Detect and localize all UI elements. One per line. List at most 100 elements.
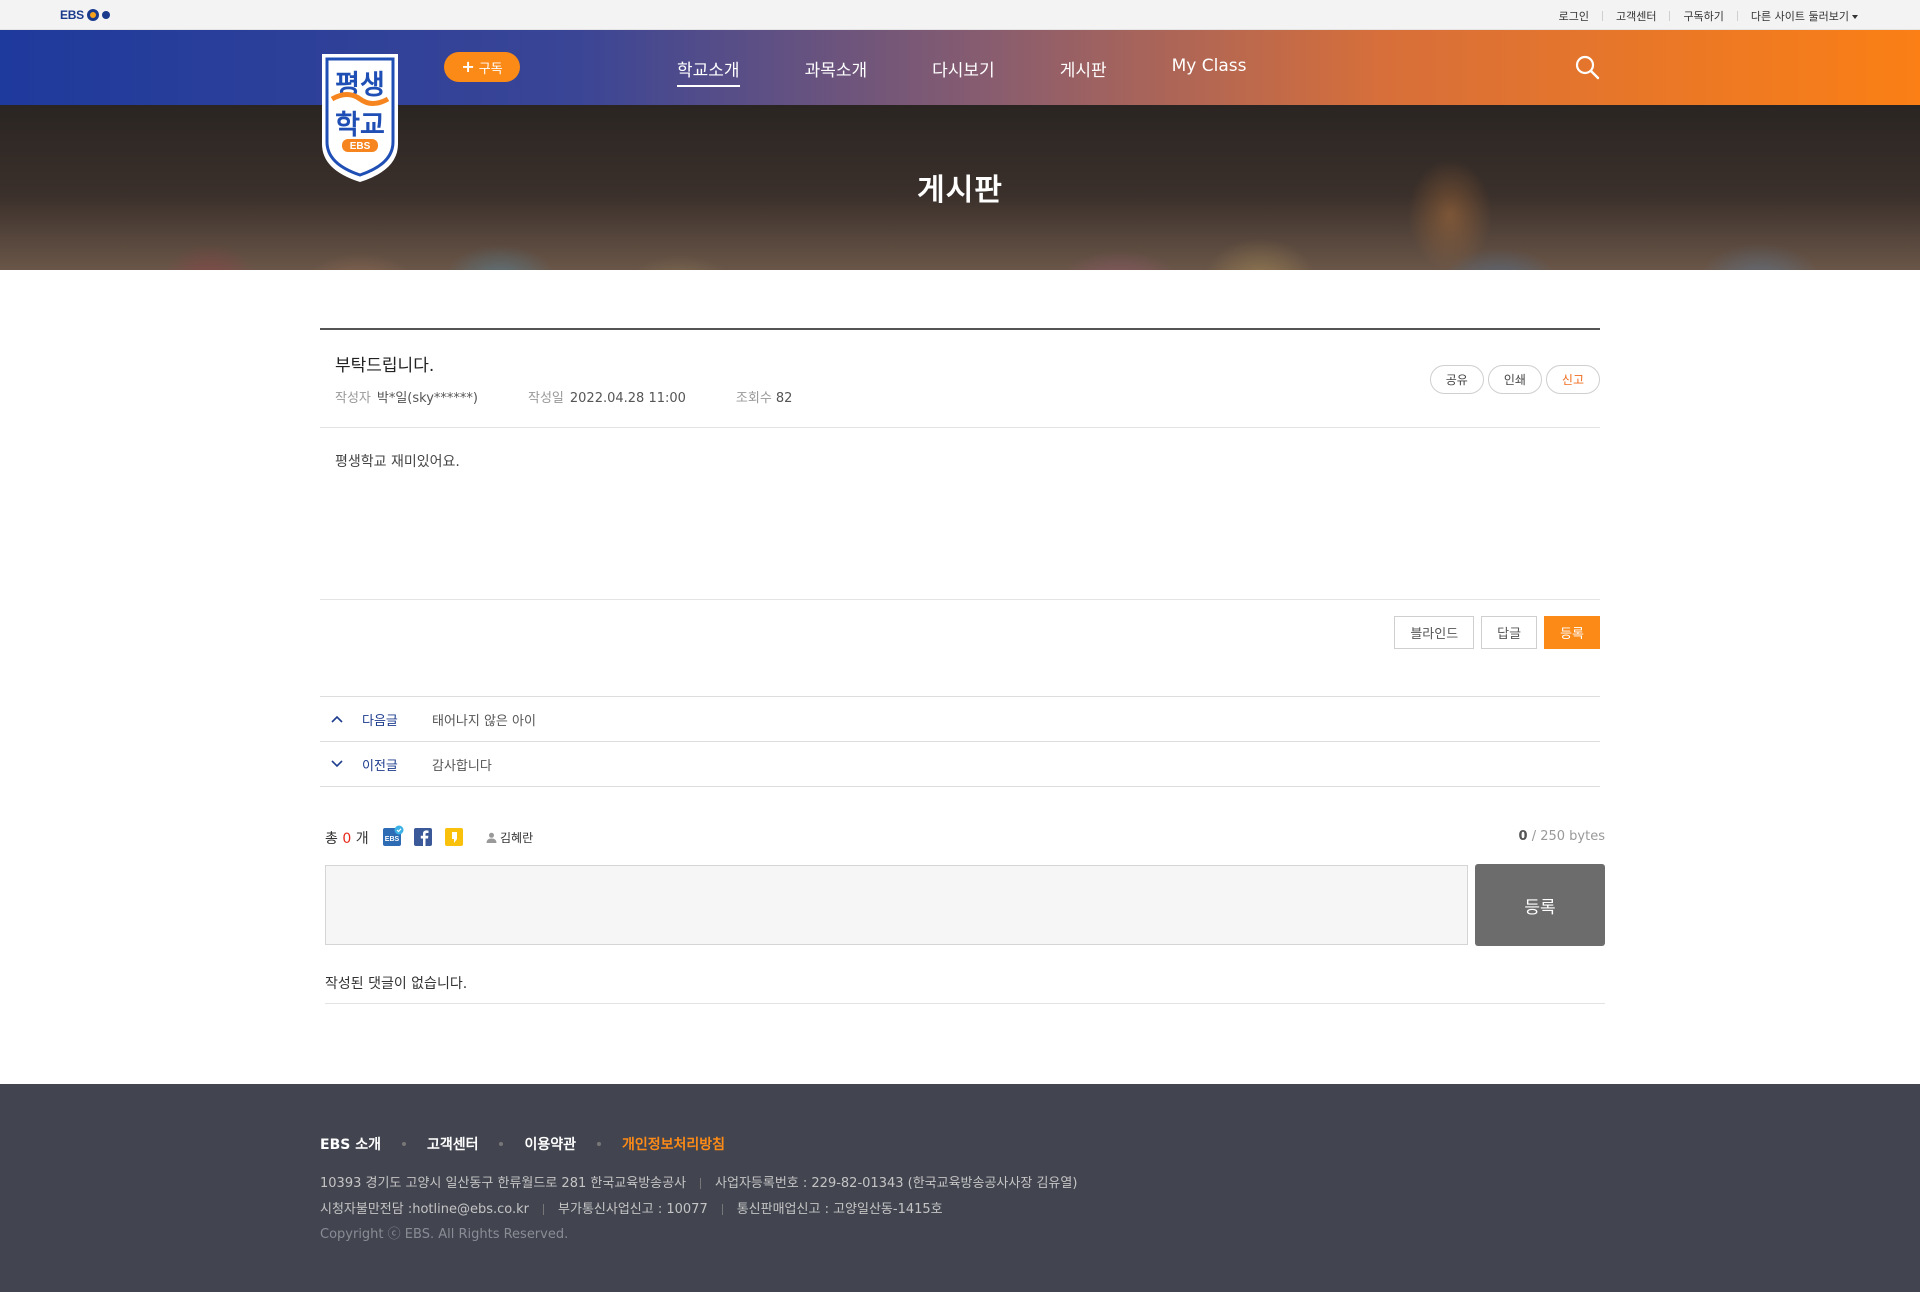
svg-text:EBS: EBS bbox=[385, 836, 400, 843]
next-post-title[interactable]: 태어나지 않은 아이 bbox=[432, 710, 536, 729]
footer-link-customer-center[interactable]: 고객센터 bbox=[427, 1134, 479, 1154]
post-actions: 공유 인쇄 신고 bbox=[1429, 365, 1600, 394]
date-label: 작성일 bbox=[528, 391, 564, 406]
board-view: 부탁드립니다. 작성자 박*일(sky******) 작성일 2022.04.28 … bbox=[320, 328, 1605, 1004]
sns-login-icons: EBS bbox=[382, 825, 466, 847]
divider bbox=[1669, 11, 1671, 21]
comment-total-suffix: 개 bbox=[355, 831, 369, 847]
ebs-logo-text: EBS bbox=[60, 8, 84, 22]
report-button[interactable]: 신고 bbox=[1545, 365, 1600, 394]
byte-max: / 250 bytes bbox=[1527, 829, 1605, 844]
footer-link-privacy[interactable]: 개인정보처리방침 bbox=[622, 1134, 725, 1154]
post-views: 조회수 82 bbox=[736, 387, 792, 406]
author-value: 박*일(sky******) bbox=[376, 391, 478, 406]
share-button[interactable]: 공유 bbox=[1429, 365, 1484, 394]
facebook-icon[interactable] bbox=[413, 825, 435, 847]
chevron-up-icon bbox=[331, 715, 343, 723]
kakaostory-icon[interactable] bbox=[444, 825, 466, 847]
author-label: 작성자 bbox=[335, 391, 371, 406]
prev-post-title[interactable]: 감사합니다 bbox=[432, 755, 492, 774]
utility-links: 로그인 고객센터 구독하기 다른 사이트 둘러보기 bbox=[1559, 8, 1858, 24]
divider bbox=[499, 1142, 504, 1146]
post-title: 부탁드립니다. bbox=[335, 356, 435, 376]
post-meta: 작성자 박*일(sky******) 작성일 2022.04.28 11:00 조회… bbox=[335, 387, 842, 406]
footer-address: 10393 경기도 고양시 일산동구 한류월드로 281 한국교육방송공사 bbox=[320, 1176, 687, 1191]
byte-current: 0 bbox=[1518, 829, 1528, 844]
footer-complaint: 시청자불만전담 :hotline@ebs.co.kr bbox=[320, 1202, 530, 1217]
byte-counter: 0 / 250 bytes bbox=[1519, 829, 1605, 844]
page-banner: 게시판 bbox=[0, 105, 1920, 270]
subscribe-link[interactable]: 구독하기 bbox=[1683, 8, 1723, 24]
ebs-logo[interactable]: EBS bbox=[60, 8, 110, 22]
footer-info-line-2: 시청자불만전담 :hotline@ebs.co.kr 부가통신사업신고 : 100… bbox=[320, 1197, 1077, 1223]
comment-input[interactable] bbox=[325, 865, 1468, 945]
write-button[interactable]: 등록 bbox=[1544, 616, 1600, 649]
post-author: 작성자 박*일(sky******) bbox=[335, 387, 478, 406]
post-date: 작성일 2022.04.28 11:00 bbox=[528, 387, 686, 406]
divider bbox=[597, 1142, 602, 1146]
divider bbox=[543, 1204, 545, 1215]
plus-icon: + bbox=[461, 57, 475, 76]
comment-user: 김혜란 bbox=[486, 829, 533, 846]
user-icon bbox=[486, 832, 497, 843]
copyright: Copyright ⓒ EBS. All Rights Reserved. bbox=[320, 1227, 569, 1242]
comment-submit-button[interactable]: 등록 bbox=[1475, 864, 1605, 946]
ebs-logo-mark-icon bbox=[86, 9, 99, 21]
main-nav: 학교소개 과목소개 다시보기 게시판 My Class bbox=[677, 56, 1311, 87]
footer-telecom: 부가통신사업신고 : 10077 bbox=[558, 1202, 708, 1217]
footer-links: EBS 소개 고객센터 이용약관 개인정보처리방침 bbox=[320, 1134, 725, 1154]
print-button[interactable]: 인쇄 bbox=[1487, 365, 1542, 394]
nav-item-subjects[interactable]: 과목소개 bbox=[805, 56, 868, 87]
other-sites-dropdown[interactable]: 다른 사이트 둘러보기 bbox=[1751, 8, 1858, 24]
prev-post-row[interactable]: 이전글 감사합니다 bbox=[320, 742, 1600, 787]
school-logo-text-2: 학교 bbox=[335, 110, 385, 141]
comment-user-name: 김혜란 bbox=[500, 831, 534, 845]
nav-item-replay[interactable]: 다시보기 bbox=[932, 56, 995, 87]
views-value: 82 bbox=[775, 391, 793, 406]
nav-item-board[interactable]: 게시판 bbox=[1060, 56, 1107, 87]
school-logo[interactable]: 평생 학교 EBS bbox=[318, 52, 402, 184]
divider bbox=[721, 1204, 723, 1215]
search-icon[interactable] bbox=[1574, 54, 1600, 80]
nav-item-my-class[interactable]: My Class bbox=[1172, 56, 1247, 87]
post-navigation: 다음글 태어나지 않은 아이 이전글 감사합니다 bbox=[320, 696, 1600, 787]
blind-button[interactable]: 블라인드 bbox=[1394, 616, 1475, 649]
prev-post-label: 이전글 bbox=[362, 758, 398, 774]
next-post-label: 다음글 bbox=[362, 713, 398, 729]
login-link[interactable]: 로그인 bbox=[1559, 8, 1589, 24]
comment-total-prefix: 총 bbox=[325, 831, 338, 847]
post-body: 평생학교 재미있어요. bbox=[320, 428, 1600, 600]
footer-business-no: 사업자등록번호 : 229-82-01343 (한국교육방송공사사장 김유열) bbox=[715, 1176, 1078, 1191]
site-footer: EBS 소개 고객센터 이용약관 개인정보처리방침 10393 경기도 고양시 … bbox=[0, 1084, 1920, 1292]
divider bbox=[1736, 11, 1738, 21]
no-comments-message: 작성된 댓글이 없습니다. bbox=[325, 946, 1605, 1004]
comment-toolbar: 총 0 개 EBS 김혜란 0 / 250 bytes bbox=[320, 825, 1605, 849]
school-logo-badge: EBS bbox=[350, 141, 371, 152]
divider bbox=[700, 1178, 702, 1189]
other-sites-label: 다른 사이트 둘러보기 bbox=[1750, 10, 1849, 23]
site-header: 평생 학교 EBS + 구독 학교소개 과목소개 다시보기 게시판 My Cla… bbox=[0, 30, 1920, 182]
subscribe-button[interactable]: + 구독 bbox=[444, 52, 520, 82]
ebs-icon[interactable]: EBS bbox=[382, 825, 404, 847]
divider bbox=[401, 1142, 406, 1146]
post-header: 부탁드립니다. 작성자 박*일(sky******) 작성일 2022.04.28 … bbox=[320, 328, 1600, 428]
chevron-down-icon bbox=[331, 760, 343, 768]
footer-info: 10393 경기도 고양시 일산동구 한류월드로 281 한국교육방송공사 사업자… bbox=[320, 1171, 1077, 1223]
footer-ecommerce: 통신판매업신고 : 고양일산동-1415호 bbox=[736, 1202, 943, 1217]
page-title: 게시판 bbox=[917, 173, 1003, 208]
customer-center-link[interactable]: 고객센터 bbox=[1616, 8, 1656, 24]
divider bbox=[1601, 11, 1603, 21]
caret-down-icon bbox=[1852, 15, 1858, 19]
subscribe-label: 구독 bbox=[478, 61, 503, 77]
next-post-row[interactable]: 다음글 태어나지 않은 아이 bbox=[320, 697, 1600, 742]
comment-write-area: 등록 bbox=[320, 864, 1605, 946]
footer-link-terms[interactable]: 이용약관 bbox=[524, 1134, 576, 1154]
comment-total: 총 0 개 bbox=[325, 828, 369, 848]
ebs-logo-dot-icon bbox=[101, 11, 110, 19]
comment-count: 0 bbox=[342, 831, 352, 847]
footer-link-ebs-intro[interactable]: EBS 소개 bbox=[320, 1134, 381, 1154]
reply-button[interactable]: 답글 bbox=[1481, 616, 1538, 649]
footer-info-line-1: 10393 경기도 고양시 일산동구 한류월드로 281 한국교육방송공사 사업자… bbox=[320, 1171, 1077, 1197]
nav-item-school-intro[interactable]: 학교소개 bbox=[677, 56, 740, 87]
date-value: 2022.04.28 11:00 bbox=[569, 391, 686, 406]
